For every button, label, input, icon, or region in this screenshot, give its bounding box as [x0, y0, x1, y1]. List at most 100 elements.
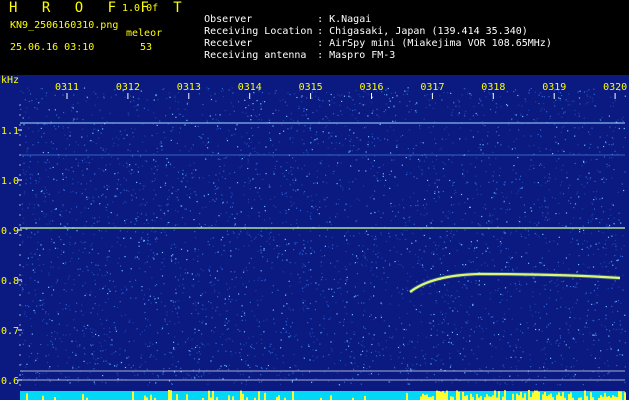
- noise-speck: [592, 334, 594, 336]
- noise-speck: [356, 137, 358, 139]
- noise-speck: [588, 219, 590, 221]
- noise-speck: [561, 107, 563, 110]
- noise-speck: [465, 138, 467, 140]
- noise-speck: [240, 231, 242, 233]
- noise-speck: [311, 148, 313, 150]
- noise-speck: [477, 346, 480, 348]
- noise-speck: [22, 288, 24, 290]
- noise-speck: [268, 233, 270, 235]
- noise-speck: [411, 368, 413, 371]
- noise-speck: [235, 248, 237, 250]
- noise-speck: [307, 344, 310, 346]
- noise-speck: [320, 261, 322, 263]
- noise-speck: [614, 126, 616, 128]
- noise-speck: [570, 366, 572, 368]
- noise-speck: [430, 314, 432, 316]
- noise-speck: [48, 378, 50, 380]
- noise-speck: [309, 359, 311, 361]
- noise-speck: [50, 229, 52, 231]
- noise-speck: [452, 184, 454, 186]
- noise-speck: [570, 241, 572, 243]
- noise-speck: [481, 215, 483, 218]
- noise-speck: [322, 141, 324, 143]
- noise-speck: [519, 290, 521, 292]
- noise-speck: [397, 184, 399, 186]
- noise-speck: [212, 237, 214, 239]
- noise-speck: [116, 195, 118, 197]
- noise-speck: [492, 214, 494, 216]
- noise-speck: [442, 248, 444, 250]
- noise-speck: [498, 288, 500, 290]
- noise-speck: [282, 327, 284, 330]
- signal-bar-spike: [550, 393, 552, 400]
- noise-speck: [225, 310, 227, 312]
- noise-speck: [596, 294, 598, 296]
- noise-speck: [139, 366, 141, 368]
- noise-speck: [309, 129, 311, 131]
- noise-speck: [384, 94, 386, 96]
- noise-speck: [91, 242, 93, 245]
- noise-speck: [198, 93, 200, 95]
- noise-speck: [155, 302, 157, 304]
- noise-speck: [460, 304, 462, 306]
- noise-speck: [97, 96, 99, 99]
- noise-speck: [572, 278, 574, 280]
- noise-speck: [496, 320, 498, 322]
- noise-speck: [189, 210, 191, 212]
- noise-speck: [512, 169, 514, 171]
- noise-speck: [168, 92, 170, 94]
- noise-speck: [240, 229, 242, 231]
- noise-speck: [227, 220, 229, 222]
- noise-speck: [537, 182, 539, 184]
- noise-speck: [326, 221, 328, 223]
- noise-speck: [409, 158, 411, 160]
- noise-speck: [473, 331, 475, 333]
- noise-speck: [164, 184, 166, 186]
- noise-speck: [355, 255, 358, 257]
- noise-speck: [217, 127, 219, 129]
- noise-speck: [307, 211, 309, 213]
- noise-speck: [497, 290, 499, 292]
- noise-speck: [612, 283, 614, 285]
- noise-speck: [286, 104, 288, 107]
- noise-speck: [23, 313, 25, 315]
- noise-speck: [409, 196, 411, 198]
- noise-speck: [555, 285, 558, 287]
- noise-speck: [623, 245, 625, 247]
- noise-speck: [87, 156, 89, 158]
- noise-speck: [345, 232, 347, 234]
- noise-speck: [164, 182, 167, 184]
- noise-speck: [464, 115, 466, 117]
- noise-speck: [409, 251, 411, 253]
- noise-speck: [586, 348, 589, 351]
- noise-speck: [524, 216, 526, 218]
- noise-speck: [350, 338, 352, 340]
- noise-speck: [497, 279, 500, 281]
- noise-speck: [479, 368, 481, 370]
- noise-speck: [68, 275, 70, 277]
- noise-speck: [360, 302, 363, 304]
- noise-speck: [444, 300, 446, 302]
- noise-speck: [84, 188, 87, 190]
- noise-speck: [291, 293, 293, 295]
- noise-speck: [228, 130, 230, 132]
- noise-speck: [585, 161, 588, 163]
- noise-speck: [429, 104, 431, 106]
- noise-speck: [260, 103, 262, 105]
- noise-speck: [46, 323, 48, 325]
- noise-speck: [603, 177, 605, 179]
- noise-speck: [344, 138, 347, 140]
- noise-speck: [269, 345, 271, 347]
- noise-speck: [80, 212, 82, 214]
- noise-speck: [83, 333, 85, 335]
- noise-speck: [22, 92, 24, 94]
- noise-speck: [204, 224, 206, 226]
- noise-speck: [71, 289, 73, 291]
- noise-speck: [260, 367, 262, 369]
- noise-speck: [505, 197, 507, 199]
- noise-speck: [365, 156, 367, 158]
- noise-speck: [435, 159, 438, 161]
- noise-speck: [323, 198, 325, 200]
- signal-bar-spike: [536, 390, 538, 400]
- noise-speck: [284, 238, 286, 240]
